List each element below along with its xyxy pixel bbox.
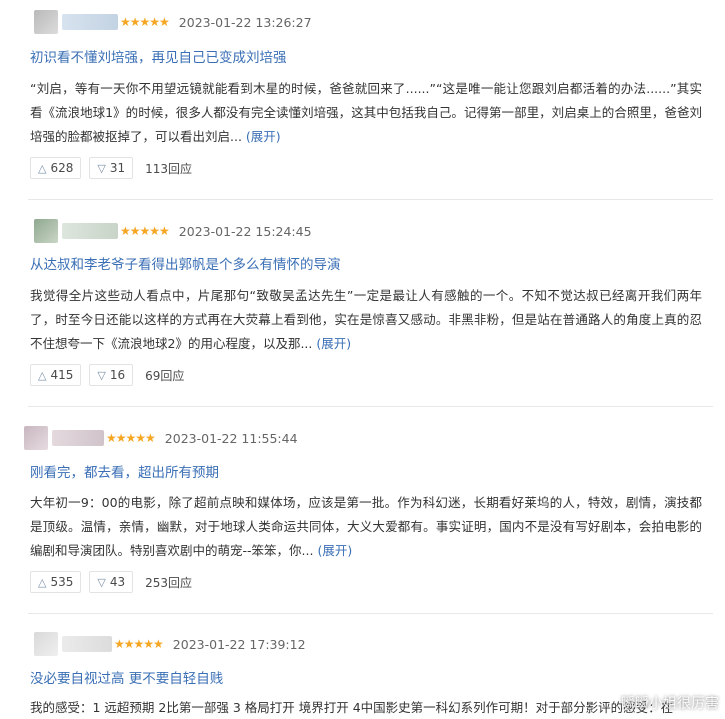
upvote-count: 535 xyxy=(50,575,74,589)
avatar[interactable] xyxy=(24,426,48,450)
triangle-down-icon: ▽ xyxy=(97,161,106,175)
upvote-count: 415 xyxy=(50,368,74,382)
review-meta: ★★★★★ 2023-01-22 13:26:27 xyxy=(34,10,312,34)
divider xyxy=(28,613,713,614)
rating-stars: ★★★★★ xyxy=(120,224,170,238)
triangle-down-icon: ▽ xyxy=(97,575,106,589)
upvote-count: 628 xyxy=(50,161,74,175)
rating-stars: ★★★★★ xyxy=(120,15,170,29)
review-meta: ★★★★★ 2023-01-22 15:24:45 xyxy=(34,219,312,243)
review-date: 2023-01-22 11:55:44 xyxy=(164,430,298,446)
review-meta: ★★★★★ 2023-01-22 11:55:44 xyxy=(24,426,298,450)
review-body: 我觉得全片这些动人看点中，片尾那句“致敬吴孟达先生”一定是最让人有感触的一个。不… xyxy=(30,284,702,356)
review-date: 2023-01-22 13:26:27 xyxy=(178,14,312,30)
upvote-button[interactable]: △ 628 xyxy=(30,157,82,179)
username-blurred[interactable] xyxy=(52,430,104,446)
downvote-button[interactable]: ▽ 31 xyxy=(89,157,134,179)
review-meta: ★★★★★ 2023-01-22 17:39:12 xyxy=(34,632,306,656)
replies-link[interactable]: 69回应 xyxy=(145,367,184,384)
rating-stars: ★★★★★ xyxy=(106,431,156,445)
downvote-count: 43 xyxy=(109,575,126,589)
username-blurred[interactable] xyxy=(62,223,118,239)
watermark: 瞬瞬小姐很厉害 xyxy=(621,696,719,712)
avatar[interactable] xyxy=(34,632,58,656)
username-blurred[interactable] xyxy=(62,14,118,30)
review-text: 大年初一9：00的电影，除了超前点映和媒体场，应该是第一批。作为科幻迷，长期看好… xyxy=(30,495,702,558)
triangle-up-icon: △ xyxy=(38,368,47,382)
review-body: “刘启，等有一天你不用望远镜就能看到木星的时候，爸爸就回来了......”“这是… xyxy=(30,77,702,149)
downvote-button[interactable]: ▽ 43 xyxy=(89,571,134,593)
replies-link[interactable]: 113回应 xyxy=(145,160,192,177)
downvote-count: 31 xyxy=(109,161,126,175)
review-text: 我的感受：1 远超预期 2比第一部强 3 格局打开 境界打开 4中国影史第一科幻… xyxy=(30,700,674,715)
upvote-button[interactable]: △ 415 xyxy=(30,364,82,386)
review-title[interactable]: 从达叔和李老爷子看得出郭帆是个多么有情怀的导演 xyxy=(30,253,341,273)
triangle-down-icon: ▽ xyxy=(97,368,106,382)
divider xyxy=(28,199,713,200)
review-actions: △ 535 ▽ 43 253回应 xyxy=(30,571,192,593)
downvote-count: 16 xyxy=(109,368,126,382)
triangle-up-icon: △ xyxy=(38,575,47,589)
review-body: 我的感受：1 远超预期 2比第一部强 3 格局打开 境界打开 4中国影史第一科幻… xyxy=(30,696,702,719)
divider xyxy=(28,406,713,407)
expand-link[interactable]: (展开) xyxy=(246,129,281,144)
expand-link[interactable]: (展开) xyxy=(317,543,352,558)
avatar[interactable] xyxy=(34,10,58,34)
username-blurred[interactable] xyxy=(62,636,112,652)
avatar[interactable] xyxy=(34,219,58,243)
review-actions: △ 415 ▽ 16 69回应 xyxy=(30,364,184,386)
review-date: 2023-01-22 15:24:45 xyxy=(178,223,312,239)
review-body: 大年初一9：00的电影，除了超前点映和媒体场，应该是第一批。作为科幻迷，长期看好… xyxy=(30,491,702,563)
review-actions: △ 628 ▽ 31 113回应 xyxy=(30,157,192,179)
review-date: 2023-01-22 17:39:12 xyxy=(172,636,306,652)
expand-link[interactable]: (展开) xyxy=(316,336,351,351)
review-title[interactable]: 没必要自视过高 更不要自轻自贱 xyxy=(30,667,223,687)
review-title[interactable]: 初识看不懂刘培强，再见自己已变成刘培强 xyxy=(30,46,287,66)
review-text: 我觉得全片这些动人看点中，片尾那句“致敬吴孟达先生”一定是最让人有感触的一个。不… xyxy=(30,288,702,351)
downvote-button[interactable]: ▽ 16 xyxy=(89,364,134,386)
review-title[interactable]: 刚看完，都去看，超出所有预期 xyxy=(30,461,219,481)
triangle-up-icon: △ xyxy=(38,161,47,175)
upvote-button[interactable]: △ 535 xyxy=(30,571,82,593)
review-text: “刘启，等有一天你不用望远镜就能看到木星的时候，爸爸就回来了......”“这是… xyxy=(30,81,702,144)
rating-stars: ★★★★★ xyxy=(114,637,164,651)
replies-link[interactable]: 253回应 xyxy=(145,574,192,591)
